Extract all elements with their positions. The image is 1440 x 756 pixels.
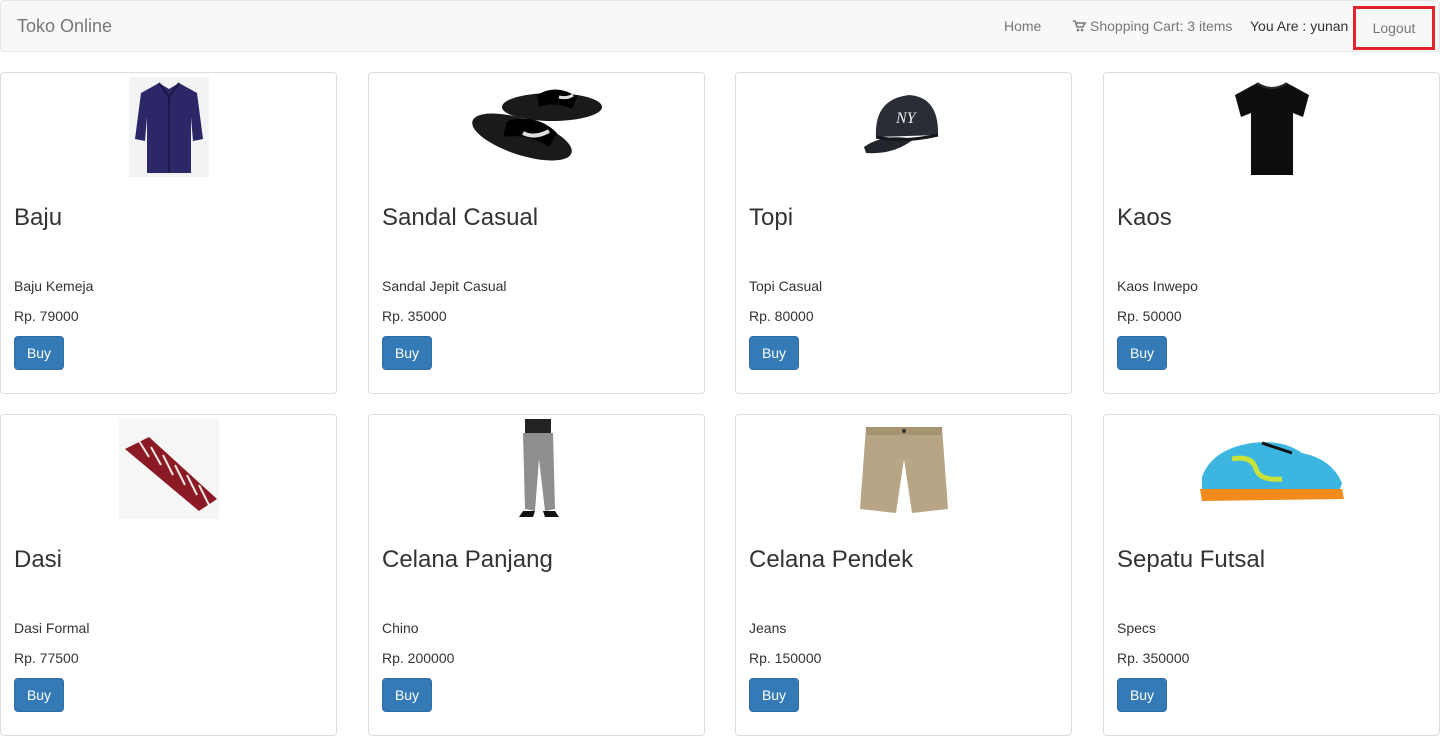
striped-tie-image bbox=[118, 419, 219, 519]
product-title: Celana Panjang bbox=[382, 546, 553, 573]
product-description: Dasi Formal bbox=[14, 620, 90, 636]
product-price: Rp. 350000 bbox=[1117, 650, 1190, 666]
product-price: Rp. 79000 bbox=[14, 308, 79, 324]
product-image bbox=[736, 419, 1071, 519]
product-card: Sandal Casual Sandal Jepit Casual Rp. 35… bbox=[368, 72, 705, 394]
buy-button[interactable]: Buy bbox=[14, 336, 64, 370]
product-card: Baju Baju Kemeja Rp. 79000 Buy bbox=[0, 72, 337, 394]
grey-trousers-image bbox=[518, 419, 559, 517]
product-price: Rp. 77500 bbox=[14, 650, 79, 666]
futsal-shoe-image bbox=[1199, 441, 1344, 501]
svg-text:NY: NY bbox=[895, 110, 918, 127]
nav-cart-link[interactable]: Shopping Cart: 3 items bbox=[1072, 18, 1232, 34]
shopping-cart-icon bbox=[1073, 20, 1086, 32]
logout-link[interactable]: Logout bbox=[1353, 6, 1435, 50]
cart-label: Shopping Cart: 3 items bbox=[1090, 18, 1233, 34]
product-description: Baju Kemeja bbox=[14, 278, 94, 294]
product-image bbox=[369, 77, 704, 177]
product-card: Sepatu Futsal Specs Rp. 350000 Buy bbox=[1103, 414, 1440, 736]
product-price: Rp. 200000 bbox=[382, 650, 455, 666]
black-tshirt-image bbox=[1234, 82, 1309, 175]
product-description: Jeans bbox=[749, 620, 787, 636]
product-title: Kaos bbox=[1117, 204, 1172, 231]
brand-logo[interactable]: Toko Online bbox=[17, 16, 112, 37]
navbar: Toko Online Home Shopping Cart: 3 items … bbox=[0, 0, 1440, 52]
product-title: Topi bbox=[749, 204, 794, 231]
navy-shirt-image bbox=[128, 77, 209, 177]
buy-button[interactable]: Buy bbox=[382, 678, 432, 712]
buy-button[interactable]: Buy bbox=[1117, 678, 1167, 712]
ny-cap-image: NY bbox=[863, 95, 938, 154]
product-price: Rp. 150000 bbox=[749, 650, 822, 666]
product-title: Sandal Casual bbox=[382, 204, 539, 231]
product-card: Dasi Dasi Formal Rp. 77500 Buy bbox=[0, 414, 337, 736]
product-image bbox=[1104, 419, 1439, 519]
buy-button[interactable]: Buy bbox=[1117, 336, 1167, 370]
product-card: Kaos Kaos Inwepo Rp. 50000 Buy bbox=[1103, 72, 1440, 394]
product-description: Topi Casual bbox=[749, 278, 823, 294]
product-title: Celana Pendek bbox=[749, 546, 914, 573]
buy-button[interactable]: Buy bbox=[382, 336, 432, 370]
product-price: Rp. 50000 bbox=[1117, 308, 1182, 324]
product-description: Specs bbox=[1117, 620, 1156, 636]
product-image bbox=[1104, 77, 1439, 177]
user-label: You Are : yunan bbox=[1250, 18, 1349, 34]
product-description: Chino bbox=[382, 620, 419, 636]
product-price: Rp. 35000 bbox=[382, 308, 447, 324]
product-description: Sandal Jepit Casual bbox=[382, 278, 507, 294]
product-title: Dasi bbox=[14, 546, 63, 573]
product-price: Rp. 80000 bbox=[749, 308, 814, 324]
product-image: NY bbox=[736, 77, 1071, 177]
product-card: Celana Panjang Chino Rp. 200000 Buy bbox=[368, 414, 705, 736]
product-image bbox=[1, 419, 336, 519]
black-slides-image bbox=[471, 89, 602, 161]
product-title: Sepatu Futsal bbox=[1117, 546, 1266, 573]
product-description: Kaos Inwepo bbox=[1117, 278, 1198, 294]
buy-button[interactable]: Buy bbox=[749, 678, 799, 712]
product-image bbox=[369, 419, 704, 519]
product-card: NY Topi Topi Casual Rp. 80000 Buy bbox=[735, 72, 1072, 394]
khaki-shorts-image bbox=[859, 427, 948, 513]
product-image bbox=[1, 77, 336, 177]
buy-button[interactable]: Buy bbox=[14, 678, 64, 712]
nav-home-link[interactable]: Home bbox=[1004, 18, 1041, 34]
buy-button[interactable]: Buy bbox=[749, 336, 799, 370]
product-title: Baju bbox=[14, 204, 63, 231]
product-card: Celana Pendek Jeans Rp. 150000 Buy bbox=[735, 414, 1072, 736]
